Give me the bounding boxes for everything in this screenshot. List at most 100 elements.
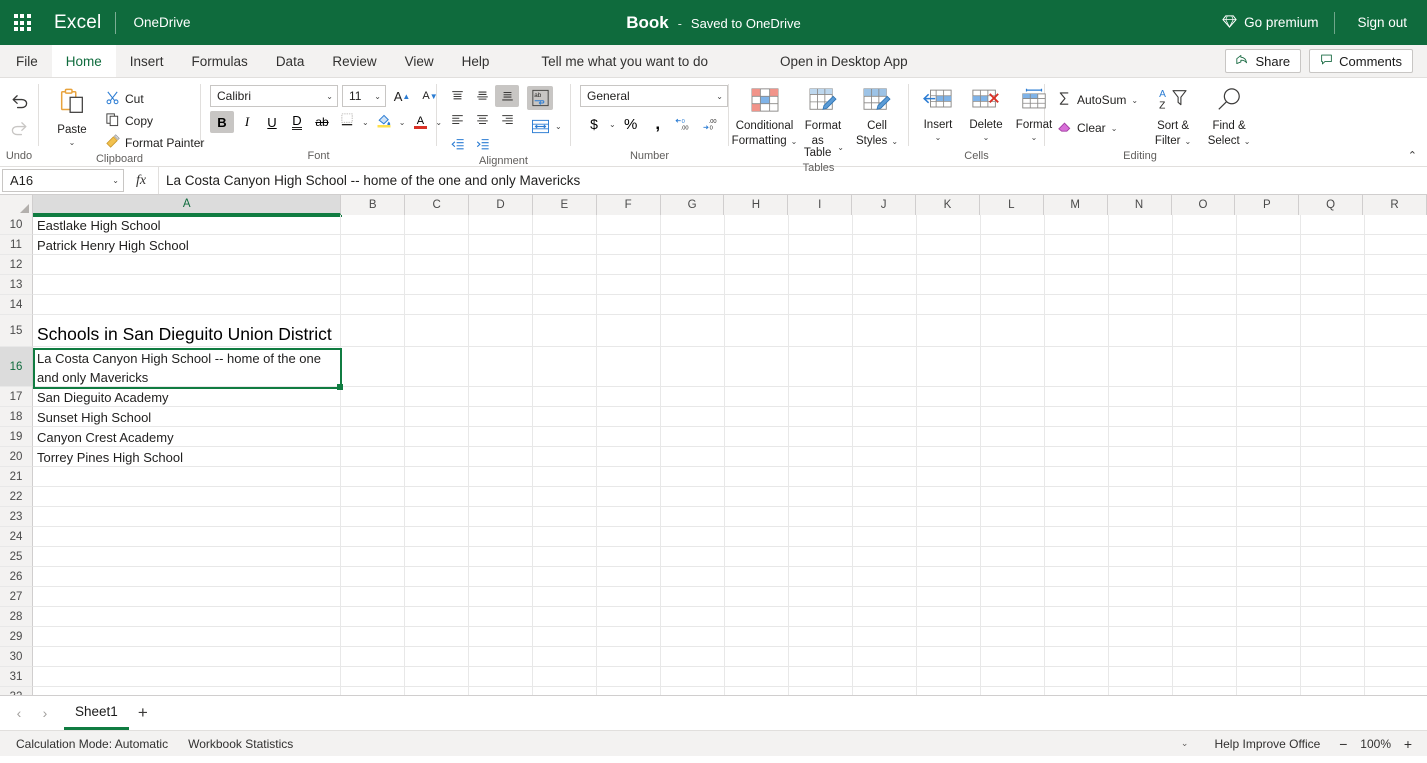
clear-button[interactable]: Clear ⌄ xyxy=(1053,117,1142,138)
cell-C16[interactable] xyxy=(405,347,469,386)
cell-A27[interactable] xyxy=(33,587,341,606)
cell-F31[interactable] xyxy=(597,667,661,686)
cell-R27[interactable] xyxy=(1365,587,1427,606)
cell-K15[interactable] xyxy=(917,315,981,346)
cell-L23[interactable] xyxy=(981,507,1045,526)
cell-J32[interactable] xyxy=(853,687,917,695)
cell-M26[interactable] xyxy=(1045,567,1109,586)
cell-M23[interactable] xyxy=(1045,507,1109,526)
row-header-15[interactable]: 15 xyxy=(0,315,33,347)
cell-A18[interactable]: Sunset High School xyxy=(33,407,341,426)
cell-M17[interactable] xyxy=(1045,387,1109,406)
cell-D13[interactable] xyxy=(469,275,533,294)
cell-Q29[interactable] xyxy=(1301,627,1365,646)
merge-chevron-down-icon[interactable]: ⌄ xyxy=(555,122,562,131)
increase-indent-button[interactable] xyxy=(470,133,494,155)
cell-G22[interactable] xyxy=(661,487,725,506)
cell-J31[interactable] xyxy=(853,667,917,686)
cell-Q10[interactable] xyxy=(1301,215,1365,234)
cell-N13[interactable] xyxy=(1109,275,1173,294)
cell-N10[interactable] xyxy=(1109,215,1173,234)
format-chevron-down-icon[interactable]: ⌄ xyxy=(1031,133,1038,142)
cell-L20[interactable] xyxy=(981,447,1045,466)
cell-Q19[interactable] xyxy=(1301,427,1365,446)
sheet-tab-sheet1[interactable]: Sheet1 xyxy=(64,696,129,730)
cell-P16[interactable] xyxy=(1237,347,1301,386)
cell-J25[interactable] xyxy=(853,547,917,566)
cell-K19[interactable] xyxy=(917,427,981,446)
cell-E25[interactable] xyxy=(533,547,597,566)
cell-O15[interactable] xyxy=(1173,315,1237,346)
cell-styles-chevron-down-icon[interactable]: ⌄ xyxy=(891,137,898,146)
cell-Q17[interactable] xyxy=(1301,387,1365,406)
cell-K10[interactable] xyxy=(917,215,981,234)
row-header-22[interactable]: 22 xyxy=(0,487,33,507)
cell-J14[interactable] xyxy=(853,295,917,314)
cell-A26[interactable] xyxy=(33,567,341,586)
cell-Q27[interactable] xyxy=(1301,587,1365,606)
cell-C21[interactable] xyxy=(405,467,469,486)
cell-J20[interactable] xyxy=(853,447,917,466)
cell-D18[interactable] xyxy=(469,407,533,426)
cell-K18[interactable] xyxy=(917,407,981,426)
cell-M10[interactable] xyxy=(1045,215,1109,234)
cell-O26[interactable] xyxy=(1173,567,1237,586)
number-format-combo[interactable]: General ⌄ xyxy=(580,85,728,107)
cell-O30[interactable] xyxy=(1173,647,1237,666)
cell-I20[interactable] xyxy=(789,447,853,466)
column-header-D[interactable]: D xyxy=(469,195,533,215)
cell-O27[interactable] xyxy=(1173,587,1237,606)
cell-H12[interactable] xyxy=(725,255,789,274)
cell-I12[interactable] xyxy=(789,255,853,274)
cell-L31[interactable] xyxy=(981,667,1045,686)
cell-G13[interactable] xyxy=(661,275,725,294)
cell-O25[interactable] xyxy=(1173,547,1237,566)
cell-R13[interactable] xyxy=(1365,275,1427,294)
cell-C32[interactable] xyxy=(405,687,469,695)
cell-L29[interactable] xyxy=(981,627,1045,646)
align-center-button[interactable] xyxy=(470,109,494,131)
cell-I26[interactable] xyxy=(789,567,853,586)
cell-O24[interactable] xyxy=(1173,527,1237,546)
cell-Q20[interactable] xyxy=(1301,447,1365,466)
align-middle-button[interactable] xyxy=(470,85,494,107)
cell-I23[interactable] xyxy=(789,507,853,526)
cell-P30[interactable] xyxy=(1237,647,1301,666)
cell-A31[interactable] xyxy=(33,667,341,686)
cell-B18[interactable] xyxy=(341,407,405,426)
cell-Q22[interactable] xyxy=(1301,487,1365,506)
cell-G30[interactable] xyxy=(661,647,725,666)
cell-R18[interactable] xyxy=(1365,407,1427,426)
cell-L14[interactable] xyxy=(981,295,1045,314)
cell-R19[interactable] xyxy=(1365,427,1427,446)
insert-chevron-down-icon[interactable]: ⌄ xyxy=(935,133,942,142)
cell-N28[interactable] xyxy=(1109,607,1173,626)
column-header-H[interactable]: H xyxy=(724,195,789,215)
cell-N31[interactable] xyxy=(1109,667,1173,686)
cell-O19[interactable] xyxy=(1173,427,1237,446)
cell-C24[interactable] xyxy=(405,527,469,546)
column-header-G[interactable]: G xyxy=(660,195,725,215)
cell-J11[interactable] xyxy=(853,235,917,254)
cell-H20[interactable] xyxy=(725,447,789,466)
tab-formulas[interactable]: Formulas xyxy=(178,45,262,77)
cell-A23[interactable] xyxy=(33,507,341,526)
row-header-14[interactable]: 14 xyxy=(0,295,33,315)
cell-H29[interactable] xyxy=(725,627,789,646)
cell-O18[interactable] xyxy=(1173,407,1237,426)
cell-D11[interactable] xyxy=(469,235,533,254)
cell-E15[interactable] xyxy=(533,315,597,346)
cut-button[interactable]: Cut xyxy=(101,88,208,109)
cell-M16[interactable] xyxy=(1045,347,1109,386)
sort-filter-chevron-down-icon[interactable]: ⌄ xyxy=(1184,137,1191,146)
cell-H32[interactable] xyxy=(725,687,789,695)
row-header-31[interactable]: 31 xyxy=(0,667,33,687)
cell-E21[interactable] xyxy=(533,467,597,486)
cell-B17[interactable] xyxy=(341,387,405,406)
cell-M24[interactable] xyxy=(1045,527,1109,546)
cell-R21[interactable] xyxy=(1365,467,1427,486)
cell-E14[interactable] xyxy=(533,295,597,314)
cell-Q25[interactable] xyxy=(1301,547,1365,566)
row-header-16[interactable]: 16 xyxy=(0,347,33,387)
cell-M28[interactable] xyxy=(1045,607,1109,626)
